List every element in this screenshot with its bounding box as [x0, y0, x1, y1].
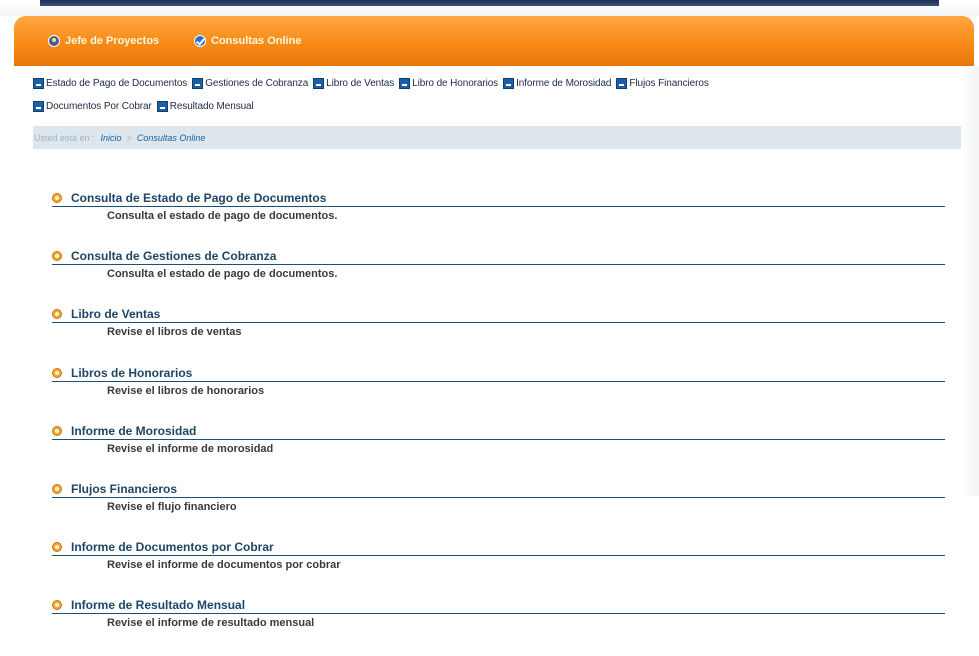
list-item-header: Libro de Ventas [52, 306, 945, 324]
quick-links-row: Estado de Pago de Documentos Gestiones d… [33, 76, 963, 90]
link-arrow-icon [33, 77, 44, 89]
list-item-header: Informe de Documentos por Cobrar [52, 539, 945, 557]
item-title-link[interactable]: Flujos Financieros [71, 482, 177, 496]
bullet-icon [52, 600, 62, 611]
consultas-list: Consulta de Estado de Pago de Documentos… [52, 190, 945, 656]
checkmark-icon [194, 35, 206, 47]
quicklink-label: Resultado Mensual [169, 100, 254, 112]
quicklink-informe-de-morosidad[interactable]: Informe de Morosidad [503, 77, 612, 89]
item-title-link[interactable]: Informe de Resultado Mensual [71, 598, 245, 612]
bullet-icon [52, 367, 62, 378]
item-title-link[interactable]: Libro de Ventas [71, 307, 160, 321]
item-description: Revise el informe de resultado mensual [107, 617, 315, 630]
link-arrow-icon [503, 77, 515, 89]
list-item-header: Consulta de Estado de Pago de Documentos [52, 190, 945, 207]
item-title-link[interactable]: Informe de Morosidad [71, 424, 196, 438]
item-description: Revise el informe de morosidad [107, 442, 274, 455]
list-item: Informe de Resultado Mensual Revise el i… [52, 597, 945, 655]
quicklink-label: Libro de Ventas [326, 77, 395, 89]
item-description: Revise el libros de honorarios [107, 384, 265, 397]
quicklink-documentos-por-cobrar[interactable]: Documentos Por Cobrar [33, 100, 152, 112]
link-arrow-icon [33, 100, 44, 112]
item-title-link[interactable]: Consulta de Gestiones de Cobranza [71, 249, 276, 263]
person-icon [48, 35, 60, 47]
list-item: Informe de Documentos por Cobrar Revise … [52, 539, 945, 597]
quicklink-flujos-financieros[interactable]: Flujos Financieros [616, 77, 709, 89]
breadcrumb-consultas-online[interactable]: Consultas Online [137, 133, 206, 143]
list-item: Consulta de Gestiones de Cobranza Consul… [52, 248, 945, 306]
breadcrumb-separator: > [126, 132, 132, 143]
top-navigation-bar: Jefe de Proyectos Consultas Online [14, 16, 974, 66]
bullet-icon [52, 425, 62, 436]
bullet-icon [52, 193, 62, 203]
link-arrow-icon [399, 77, 411, 89]
bullet-icon [52, 483, 62, 494]
nav-item-label: Consultas Online [211, 35, 302, 47]
nav-item-jefe-de-proyectos[interactable]: Jefe de Proyectos [48, 33, 159, 49]
quicklink-label: Documentos Por Cobrar [46, 100, 152, 112]
bullet-icon [52, 309, 62, 320]
list-item-header: Libros de Honorarios [52, 365, 945, 382]
quicklink-label: Gestiones de Cobranza [205, 77, 309, 89]
quicklink-libro-de-honorarios[interactable]: Libro de Honorarios [399, 77, 499, 89]
quicklink-libro-de-ventas[interactable]: Libro de Ventas [313, 77, 395, 89]
list-item-header: Informe de Resultado Mensual [52, 597, 945, 615]
bullet-icon [52, 542, 62, 553]
quick-links-row: Documentos Por Cobrar Resultado Mensual [33, 99, 963, 113]
nav-item-label: Jefe de Proyectos [65, 35, 160, 47]
item-description: Revise el flujo financiero [107, 500, 237, 513]
quicklink-label: Informe de Morosidad [516, 77, 612, 89]
item-description: Revise el informe de documentos por cobr… [107, 559, 341, 572]
item-title-link[interactable]: Informe de Documentos por Cobrar [71, 540, 274, 554]
link-arrow-icon [616, 77, 628, 89]
list-item: Libro de Ventas Revise el libros de vent… [52, 306, 945, 364]
list-item-header: Flujos Financieros [52, 481, 945, 498]
quicklink-estado-de-pago[interactable]: Estado de Pago de Documentos [33, 77, 188, 89]
link-arrow-icon [192, 77, 204, 89]
quicklink-label: Flujos Financieros [629, 77, 709, 89]
breadcrumb-prefix: Usted está en : [34, 132, 95, 143]
list-item: Libros de Honorarios Revise el libros de… [52, 365, 945, 423]
right-edge-shade [961, 66, 979, 496]
quick-links: Estado de Pago de Documentos Gestiones d… [33, 76, 963, 122]
quicklink-label: Estado de Pago de Documentos [46, 77, 188, 89]
nav-item-consultas-online[interactable]: Consultas Online [194, 33, 301, 49]
item-description: Consulta el estado de pago de documentos… [107, 210, 338, 222]
item-description: Consulta el estado de pago de documentos… [107, 268, 338, 281]
quicklink-gestiones-de-cobranza[interactable]: Gestiones de Cobranza [192, 77, 309, 89]
bullet-icon [52, 251, 62, 262]
breadcrumb: Usted está en : Inicio > Consultas Onlin… [33, 126, 961, 149]
breadcrumb-inicio[interactable]: Inicio [101, 133, 122, 143]
list-item: Flujos Financieros Revise el flujo finan… [52, 481, 945, 539]
list-item-header: Consulta de Gestiones de Cobranza [52, 248, 945, 266]
item-title-link[interactable]: Consulta de Estado de Pago de Documentos [71, 191, 326, 205]
item-title-link[interactable]: Libros de Honorarios [71, 366, 192, 380]
quicklink-label: Libro de Honorarios [412, 77, 499, 89]
list-item: Informe de Morosidad Revise el informe d… [52, 423, 945, 481]
quicklink-resultado-mensual[interactable]: Resultado Mensual [156, 100, 254, 112]
link-arrow-icon [313, 77, 325, 89]
list-item-header: Informe de Morosidad [52, 423, 945, 440]
item-description: Revise el libros de ventas [107, 326, 242, 339]
link-arrow-icon [156, 100, 168, 112]
list-item: Consulta de Estado de Pago de Documentos… [52, 190, 945, 248]
window-top-band [0, 0, 979, 16]
top-dark-strip [40, 0, 939, 6]
